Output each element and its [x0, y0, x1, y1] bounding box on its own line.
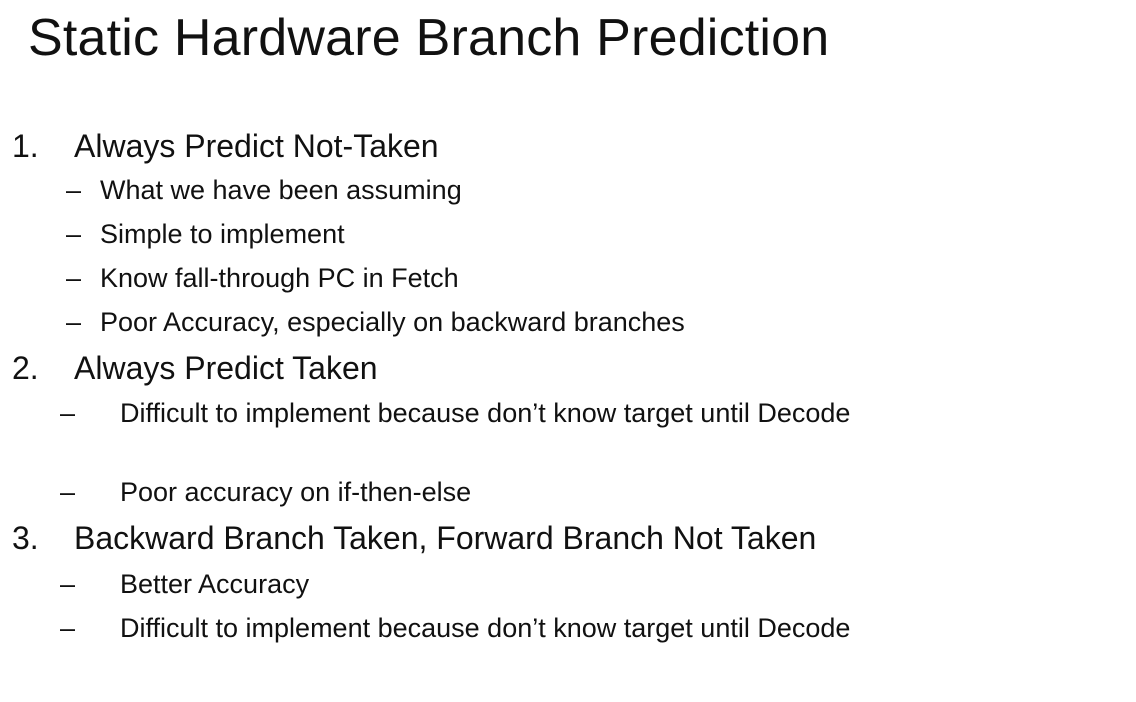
slide: Static Hardware Branch Prediction 1. Alw…	[0, 0, 1136, 702]
sub-item-text: Difficult to implement because don’t kno…	[120, 398, 851, 428]
sub-item-text: Poor Accuracy, especially on backward br…	[100, 307, 685, 337]
sub-item-text: Simple to implement	[100, 219, 345, 249]
sub-item-text: What we have been assuming	[100, 175, 462, 205]
sub-item-text: Difficult to implement because don’t kno…	[120, 613, 851, 643]
list-item-text: Backward Branch Taken, Forward Branch No…	[74, 520, 817, 556]
dash-bullet: –	[66, 307, 82, 337]
dash-bullet: –	[60, 398, 76, 428]
list-number: 1.	[12, 128, 39, 164]
list-item-text: Always Predict Taken	[74, 350, 378, 386]
sub-item-text: Better Accuracy	[120, 569, 310, 599]
dash-bullet: –	[66, 219, 82, 249]
sub-item-text: Know fall-through PC in Fetch	[100, 263, 459, 293]
dash-bullet: –	[66, 263, 82, 293]
sub-item-text: Poor accuracy on if-then-else	[120, 477, 472, 507]
dash-bullet: –	[60, 569, 76, 599]
dash-bullet: –	[60, 477, 76, 507]
slide-title: Static Hardware Branch Prediction	[28, 9, 830, 67]
list-number: 2.	[12, 350, 39, 386]
dash-bullet: –	[66, 175, 82, 205]
dash-bullet: –	[60, 613, 76, 643]
list-number: 3.	[12, 520, 39, 556]
list-item-text: Always Predict Not-Taken	[74, 128, 439, 164]
